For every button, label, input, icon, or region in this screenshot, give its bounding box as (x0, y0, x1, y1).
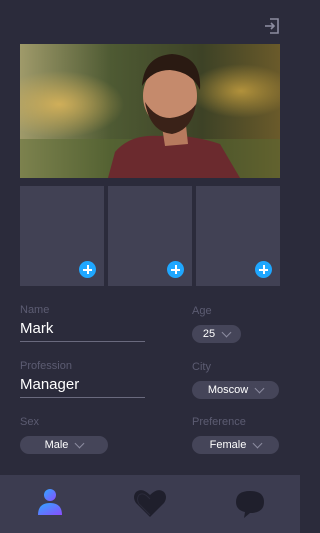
profession-underline (20, 397, 145, 398)
nav-likes[interactable] (130, 485, 170, 521)
sex-select[interactable]: Male (20, 436, 108, 454)
age-label: Age (192, 305, 212, 317)
heart-icon (134, 490, 166, 517)
photo-slot-1[interactable] (20, 186, 104, 286)
name-underline (20, 341, 145, 342)
chevron-down-icon (252, 438, 263, 448)
profile-icon (38, 489, 62, 515)
city-select[interactable]: Moscow (192, 381, 279, 399)
profile-photo[interactable] (20, 44, 280, 178)
profession-label: Profession (20, 360, 72, 372)
plus-icon[interactable] (255, 261, 272, 278)
photo-thumbnails (20, 186, 280, 286)
name-field[interactable]: Mark (20, 320, 53, 337)
plus-icon[interactable] (79, 261, 96, 278)
chevron-down-icon (254, 383, 265, 393)
plus-icon[interactable] (167, 261, 184, 278)
preference-label: Preference (192, 416, 246, 428)
bottom-navigation (0, 475, 300, 533)
chevron-down-icon (221, 327, 232, 337)
age-select[interactable]: 25 (192, 325, 241, 343)
nav-messages[interactable] (230, 485, 270, 521)
city-label: City (192, 361, 211, 373)
profession-field[interactable]: Manager (20, 376, 79, 393)
preference-value: Female (209, 439, 247, 451)
preference-select[interactable]: Female (192, 436, 279, 454)
sex-label: Sex (20, 416, 39, 428)
age-value: 25 (202, 328, 216, 340)
sex-value: Male (44, 439, 69, 451)
photo-slot-3[interactable] (196, 186, 280, 286)
city-value: Moscow (207, 384, 249, 396)
name-label: Name (20, 304, 50, 316)
chevron-down-icon (74, 438, 85, 448)
chat-bubble-icon (236, 491, 264, 518)
logout-icon[interactable] (262, 16, 282, 36)
nav-profile[interactable] (30, 485, 70, 521)
photo-slot-2[interactable] (108, 186, 192, 286)
